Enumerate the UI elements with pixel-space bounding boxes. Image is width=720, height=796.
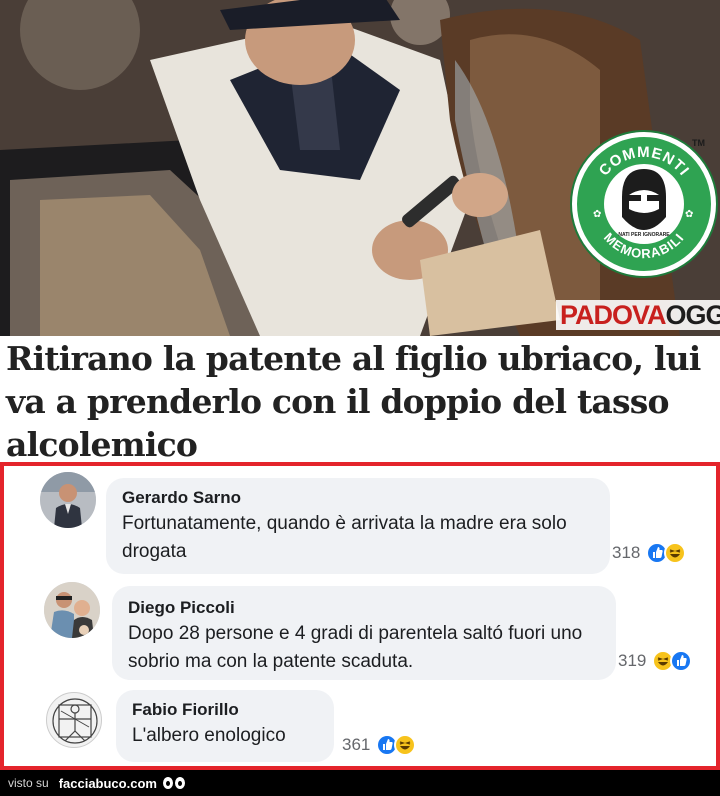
haha-icon bbox=[664, 542, 687, 564]
haha-icon bbox=[394, 734, 417, 756]
reaction-count: 361 bbox=[342, 735, 371, 754]
reaction-summary[interactable]: 361 bbox=[342, 734, 417, 756]
reaction-count: 318 bbox=[612, 543, 641, 562]
logo-part-oggi: OGGI bbox=[665, 300, 720, 330]
sticker-tagline: NATI PER IGNORARE bbox=[618, 232, 670, 238]
comment-bubble: Diego Piccoli Dopo 28 persone e 4 gradi … bbox=[112, 586, 616, 680]
site-link[interactable]: facciabuco.com bbox=[59, 776, 157, 791]
comment-2: Diego Piccoli Dopo 28 persone e 4 gradi … bbox=[4, 574, 716, 684]
news-photo: NATI PER IGNORARE COMMENTI MEMORABILI ✿ … bbox=[0, 0, 720, 336]
comment-text: L'albero enologico bbox=[132, 725, 286, 746]
article-headline: Ritirano la patente al figlio ubriaco, l… bbox=[6, 339, 701, 464]
watermark-footer: visto su facciabuco.com bbox=[0, 770, 720, 796]
comments-panel: Gerardo Sarno Fortunatamente, quando è a… bbox=[0, 462, 720, 770]
comment-text: Dopo 28 persone e 4 gradi di parentela s… bbox=[128, 623, 583, 672]
reaction-summary[interactable]: 319 bbox=[618, 650, 693, 672]
seen-on-label: visto su bbox=[8, 776, 49, 790]
reaction-summary[interactable]: 318 bbox=[612, 542, 687, 564]
comment-author[interactable]: Gerardo Sarno bbox=[122, 486, 594, 510]
avatar[interactable] bbox=[46, 692, 102, 748]
logo-part-padova: PADOVA bbox=[560, 300, 667, 330]
comment-author[interactable]: Diego Piccoli bbox=[128, 596, 600, 620]
reaction-count: 319 bbox=[618, 651, 647, 670]
eyes-icon bbox=[162, 777, 185, 789]
padovaoggi-logo: PADOVAOGGI bbox=[556, 300, 720, 330]
svg-text:✿: ✿ bbox=[593, 209, 601, 220]
like-icon bbox=[670, 650, 693, 672]
trademark-mark: TM bbox=[692, 138, 705, 148]
avatar[interactable] bbox=[40, 472, 96, 528]
comment-bubble: Gerardo Sarno Fortunatamente, quando è a… bbox=[106, 478, 610, 574]
svg-text:✿: ✿ bbox=[685, 209, 693, 220]
avatar[interactable] bbox=[44, 582, 100, 638]
commenti-memorabili-logo: NATI PER IGNORARE COMMENTI MEMORABILI ✿ … bbox=[572, 132, 716, 276]
comment-3: Fabio Fiorillo L'albero enologico 361 bbox=[4, 684, 716, 766]
comment-1: Gerardo Sarno Fortunatamente, quando è a… bbox=[4, 466, 716, 574]
comment-author[interactable]: Fabio Fiorillo bbox=[132, 698, 318, 722]
comment-text: Fortunatamente, quando è arrivata la mad… bbox=[122, 513, 567, 562]
comment-bubble: Fabio Fiorillo L'albero enologico bbox=[116, 690, 334, 762]
